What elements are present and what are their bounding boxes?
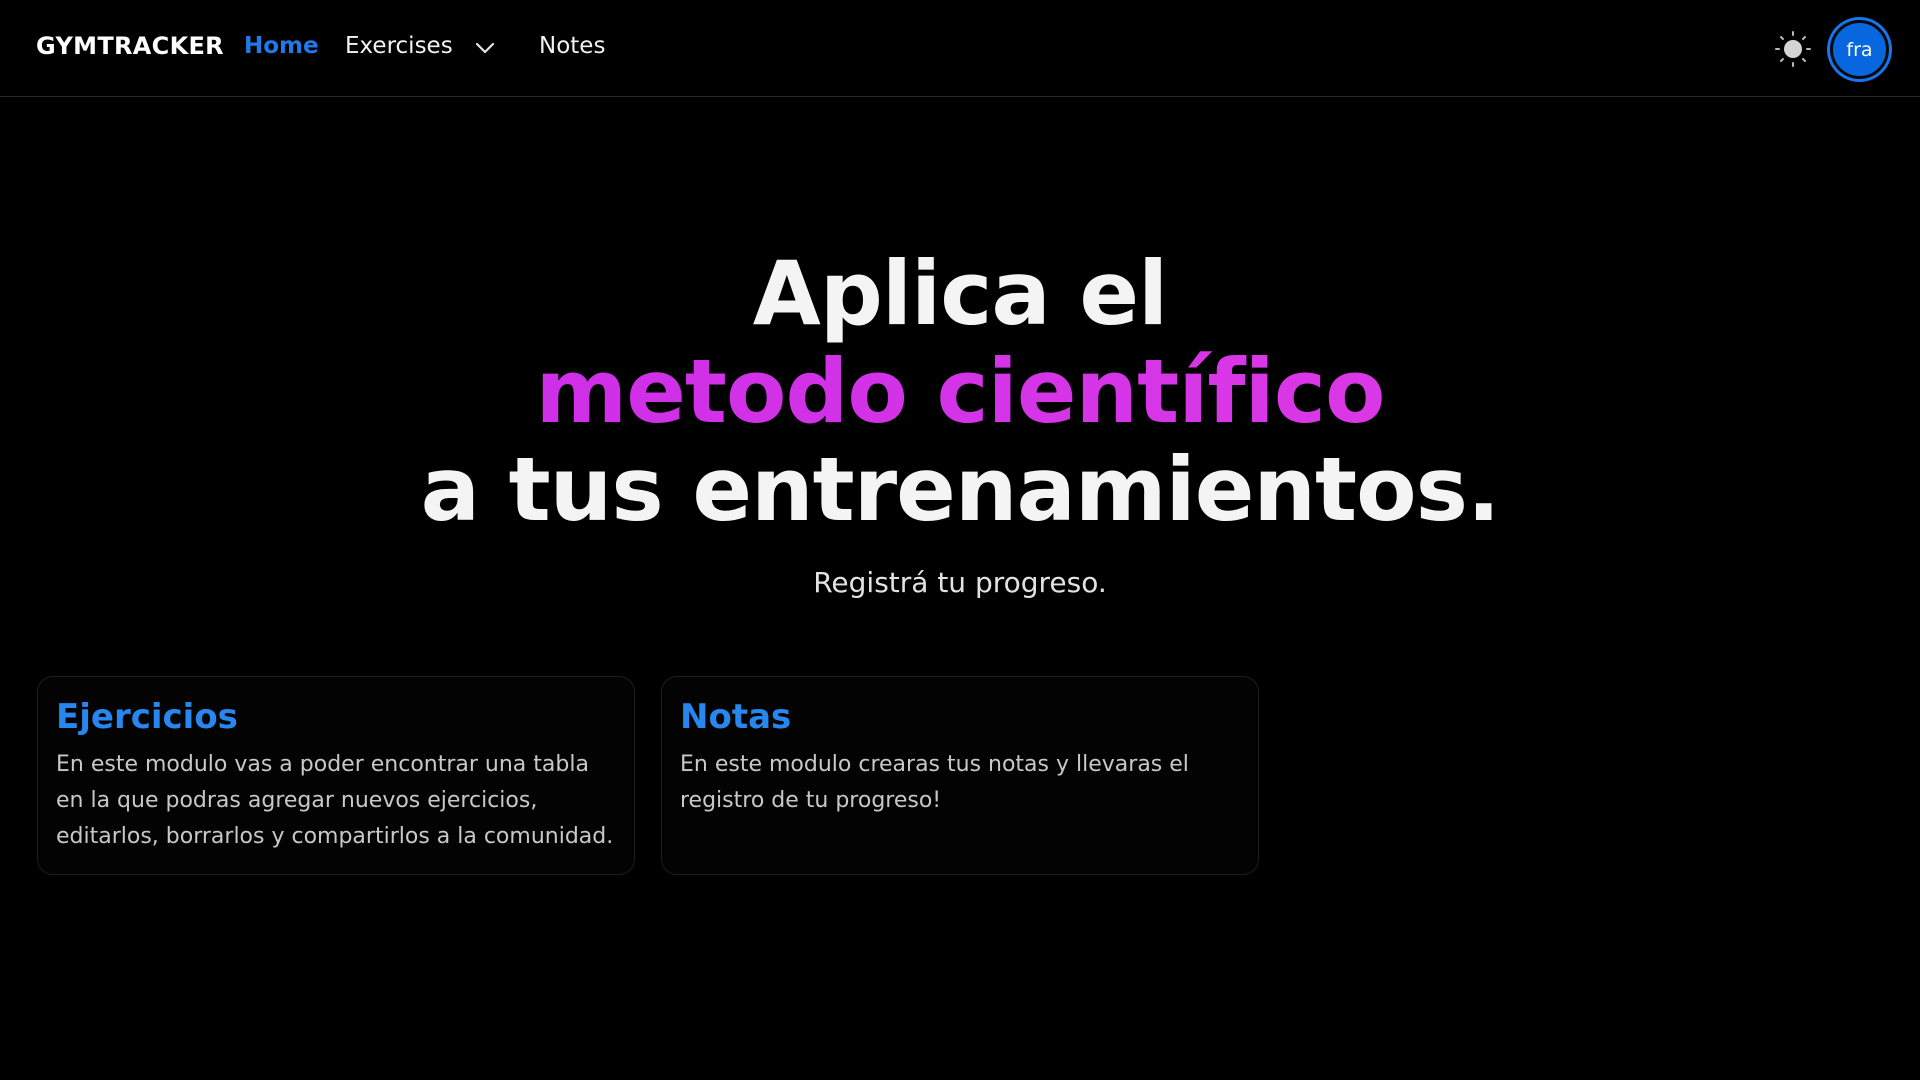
hero-line-3: a tus entrenamientos. <box>420 438 1501 541</box>
hero-line-2-highlight: metodo científico <box>0 343 1920 441</box>
card-ejercicios[interactable]: Ejercicios En este modulo vas a poder en… <box>37 676 635 875</box>
card-description: En este modulo vas a poder encontrar una… <box>56 752 614 849</box>
nav-notes-link[interactable]: Notes <box>539 33 605 59</box>
brand-logo[interactable]: GYMTRACKER <box>36 32 224 60</box>
card-notas[interactable]: Notas En este modulo crearas tus notas y… <box>661 676 1259 875</box>
hero-subtitle: Registrá tu progreso. <box>813 566 1107 599</box>
nav-exercises-link[interactable]: Exercises <box>345 33 453 59</box>
card-description: En este modulo crearas tus notas y lleva… <box>680 752 1189 813</box>
hero-line-1: Aplica el <box>752 242 1168 345</box>
card-title: Notas <box>680 697 792 737</box>
chevron-down-icon[interactable] <box>472 38 498 58</box>
nav-home-link[interactable]: Home <box>244 33 319 59</box>
top-navbar: GYMTRACKER Home Exercises Notes fra <box>0 0 1920 97</box>
card-title: Ejercicios <box>56 697 238 737</box>
hero-heading: Aplica el metodo científico a tus entren… <box>0 245 1920 539</box>
sun-icon[interactable] <box>1774 30 1812 68</box>
user-avatar[interactable]: fra <box>1830 20 1889 79</box>
